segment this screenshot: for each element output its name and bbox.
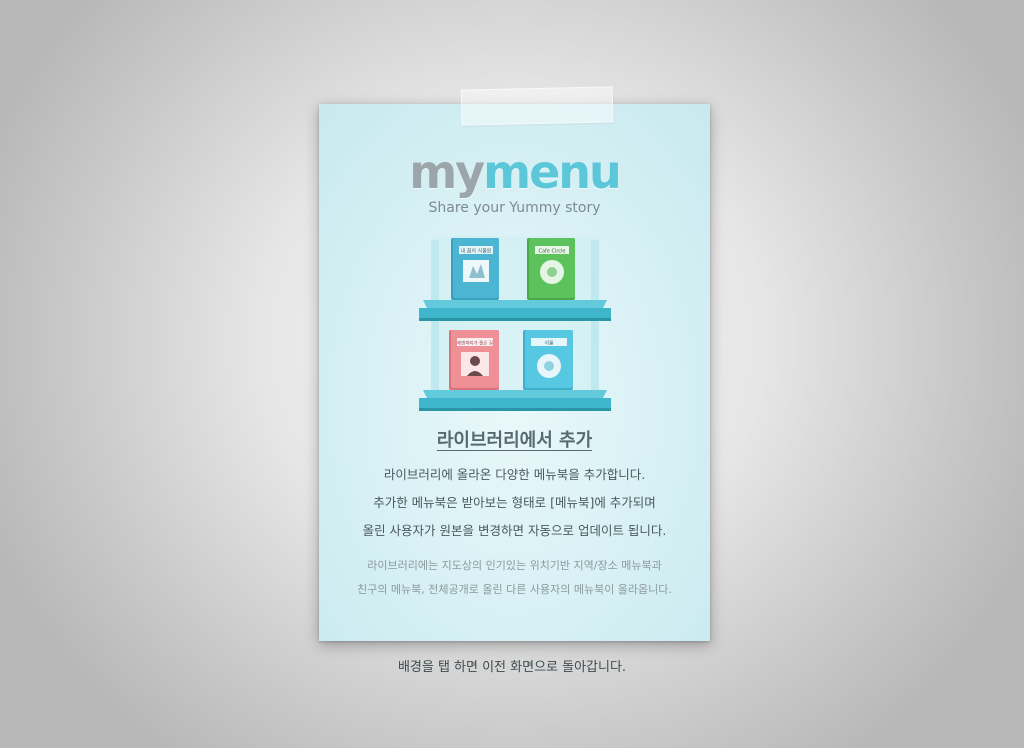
description-line-3: 올린 사용자가 원본을 변경하면 자동으로 업데이트 됩니다. <box>362 523 667 538</box>
note-line-1: 라이브러리에는 지도상의 인기있는 위치기반 지역/장소 메뉴북과 <box>367 559 662 572</box>
help-card: mymenu Share your Yummy story 내 꿈의 식물원 C… <box>319 104 710 641</box>
book-3[interactable]: 에덴파리가 좋은 길 <box>449 330 499 390</box>
book-1[interactable]: 내 꿈의 식물원 <box>451 238 499 300</box>
tape-decoration <box>460 86 614 126</box>
footer-hint: 배경을 탭 하면 이전 화면으로 돌아갑니다. <box>397 660 627 675</box>
logo-my: my <box>409 145 485 199</box>
book-4[interactable]: 서울 <box>523 330 573 390</box>
note-line-2: 친구의 메뉴북, 전체공개로 올린 다른 사용자의 메뉴북이 올라옵니다. <box>357 583 672 596</box>
tagline: Share your Yummy story <box>428 200 601 216</box>
book-2[interactable]: Cafe Circle <box>527 238 575 300</box>
book-1-title: 내 꿈의 식물원 <box>461 248 492 255</box>
book-4-title: 서울 <box>544 340 554 347</box>
bookshelf-illustration: 내 꿈의 식물원 Cafe Circle 에덴파리가 좋은 길 서울 <box>419 236 611 411</box>
book-3-title: 에덴파리가 좋은 길 <box>457 340 493 347</box>
app-logo: mymenu <box>319 144 710 200</box>
description-line-2: 추가한 메뉴북은 받아보는 형태로 [메뉴북]에 추가되며 <box>373 495 656 510</box>
bottom-shelf-plank <box>419 390 611 411</box>
description-line-1: 라이브러리에 올라온 다양한 메뉴북을 추가합니다. <box>383 467 646 482</box>
top-shelf-plank <box>419 300 611 321</box>
section-heading: 라이브러리에서 추가 <box>436 430 593 451</box>
book-2-title: Cafe Circle <box>538 249 565 255</box>
logo-menu: menu <box>483 145 622 199</box>
